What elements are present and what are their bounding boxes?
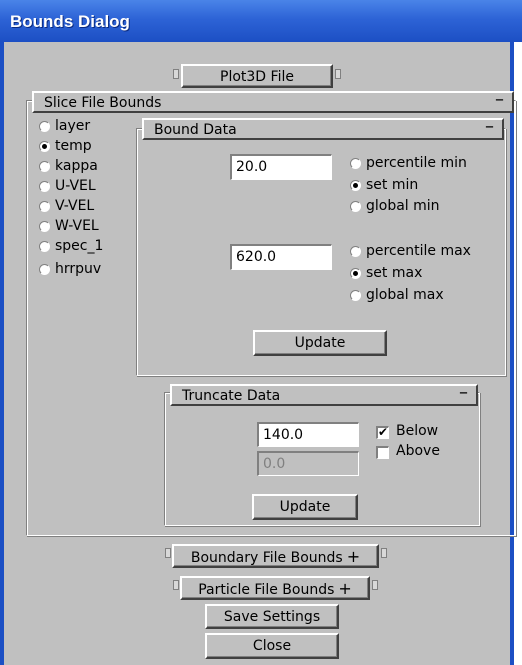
radio-kappa[interactable] [39, 161, 50, 172]
radio-set-max[interactable] [350, 268, 361, 279]
radio-global-max[interactable] [350, 290, 361, 301]
radio-global-min[interactable] [350, 201, 361, 212]
truncate-above-field: 0.0 [257, 451, 359, 476]
particle-bounds-rollout-button[interactable]: Particle File Bounds + [180, 576, 370, 600]
rollout-right-tick [372, 580, 378, 590]
radio-spec-1[interactable] [39, 241, 50, 252]
radio-label-kappa: kappa [55, 158, 98, 174]
max-value-field[interactable]: 620.0 [230, 244, 332, 270]
radio-label-temp: temp [55, 138, 92, 154]
rollout-left-tick [173, 580, 179, 590]
checkmark-icon: ✔ [378, 425, 389, 439]
truncate-data-title: Truncate Data [182, 388, 281, 404]
radio-label-v-vel: V-VEL [55, 198, 95, 214]
boundary-bounds-label: Boundary File Bounds [190, 550, 343, 566]
rollout-right-tick [335, 69, 341, 79]
below-checkbox[interactable]: ✔ [376, 426, 389, 439]
radio-label-global-max: global max [366, 287, 444, 303]
truncate-data-header[interactable]: Truncate Data – [170, 382, 478, 406]
above-checkbox-label: Above [396, 443, 440, 459]
bound-update-button[interactable]: Update [253, 330, 387, 356]
truncate-below-field[interactable]: 140.0 [257, 422, 359, 447]
slice-file-bounds-title: Slice File Bounds [44, 95, 162, 111]
save-settings-button[interactable]: Save Settings [205, 604, 339, 629]
truncate-update-button[interactable]: Update [252, 494, 358, 520]
boundary-bounds-rollout-button[interactable]: Boundary File Bounds + [172, 544, 379, 568]
slice-file-bounds-header[interactable]: Slice File Bounds – [32, 89, 514, 113]
radio-label-global-min: global min [366, 198, 440, 214]
radio-label-u-vel: U-VEL [55, 178, 96, 194]
rollout-right-tick [381, 548, 387, 558]
radio-hrrpuv[interactable] [39, 264, 50, 275]
radio-label-spec-1: spec_1 [55, 238, 104, 254]
expand-plus-icon: + [338, 579, 352, 598]
title-bar[interactable]: Bounds Dialog [0, 0, 522, 42]
radio-u-vel[interactable] [39, 181, 50, 192]
radio-label-set-max: set max [366, 265, 423, 281]
min-value-field[interactable]: 20.0 [230, 154, 332, 180]
collapse-minus-icon: – [495, 89, 504, 110]
radio-label-percentile-min: percentile min [366, 155, 467, 171]
radio-set-min[interactable] [350, 180, 361, 191]
collapse-minus-icon: – [485, 116, 494, 137]
radio-temp[interactable] [39, 141, 50, 152]
below-checkbox-label: Below [396, 423, 439, 439]
collapse-minus-icon: – [459, 382, 468, 403]
plot3d-bounds-rollout-button[interactable]: Plot3D File Bounds+ [181, 64, 333, 108]
bounds-dialog-window: Bounds Dialog Plot3D File Bounds+ Slice … [0, 0, 522, 665]
radio-percentile-max[interactable] [350, 246, 361, 257]
radio-label-w-vel: W-VEL [55, 218, 99, 234]
rollout-left-tick [173, 69, 179, 79]
radio-v-vel[interactable] [39, 201, 50, 212]
radio-label-set-min: set min [366, 177, 419, 193]
radio-percentile-min[interactable] [350, 158, 361, 169]
bound-data-title: Bound Data [154, 122, 237, 138]
radio-label-layer: layer [55, 118, 91, 134]
rollout-left-tick [165, 548, 171, 558]
above-checkbox[interactable] [376, 446, 389, 459]
radio-label-percentile-max: percentile max [366, 243, 471, 259]
particle-bounds-label: Particle File Bounds [198, 582, 335, 598]
expand-plus-icon: + [346, 547, 361, 566]
radio-layer[interactable] [39, 121, 50, 132]
window-title: Bounds Dialog [10, 12, 130, 31]
bound-data-header[interactable]: Bound Data – [142, 116, 504, 140]
close-button[interactable]: Close [205, 633, 339, 659]
radio-label-hrrpuv: hrrpuv [55, 261, 102, 277]
radio-w-vel[interactable] [39, 221, 50, 232]
